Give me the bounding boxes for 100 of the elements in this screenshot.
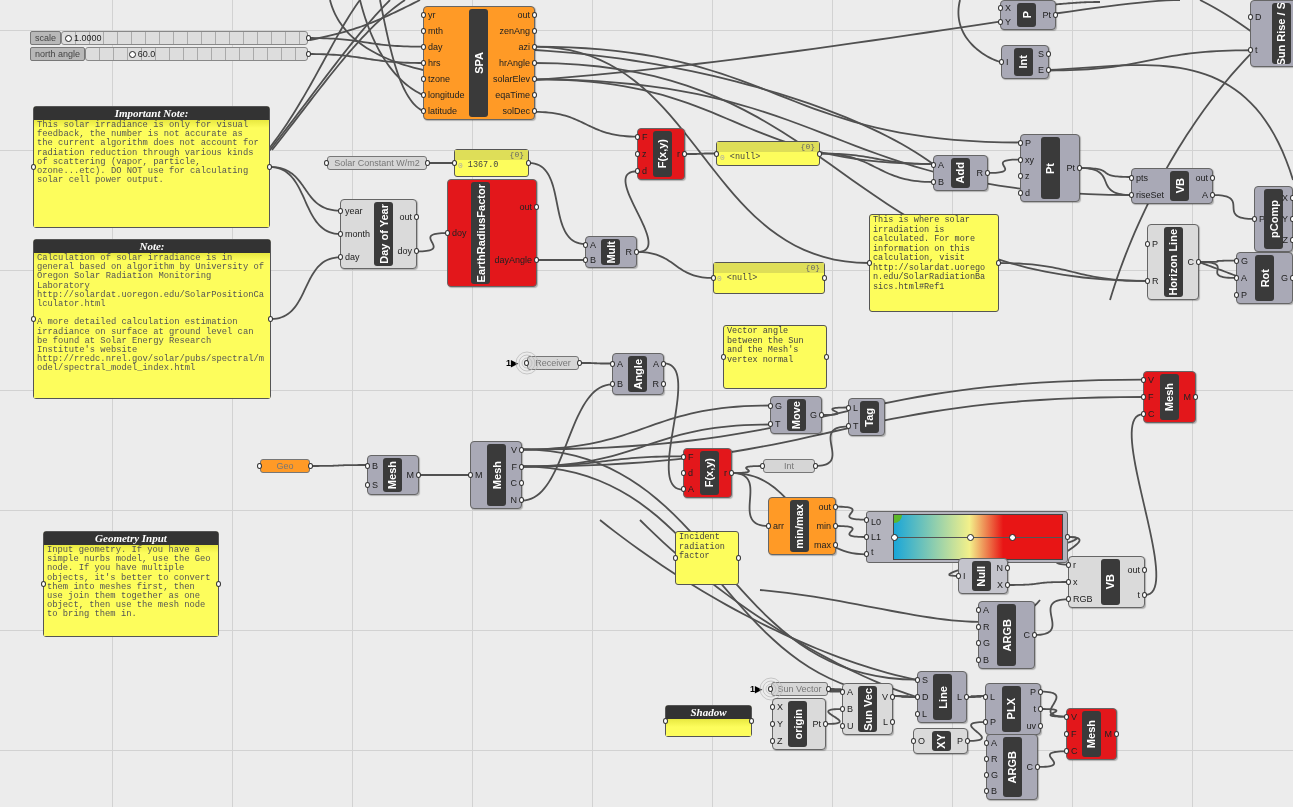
component-name: ARGB bbox=[997, 604, 1017, 666]
output-label: S bbox=[1038, 48, 1044, 61]
output-label: G bbox=[1281, 272, 1288, 285]
input-label: R bbox=[983, 620, 990, 634]
input-label: V bbox=[1071, 711, 1077, 725]
output-label: out bbox=[517, 9, 530, 22]
output-label: r bbox=[724, 467, 727, 480]
input-label: F bbox=[688, 451, 694, 464]
item-index: 0 bbox=[458, 161, 463, 171]
component-name: Null bbox=[971, 561, 991, 591]
input-label: L1 bbox=[871, 531, 881, 544]
input-label: r bbox=[1073, 559, 1076, 573]
component-node[interactable]: P xy z d Pt Pt bbox=[1020, 134, 1080, 202]
input-label: A bbox=[590, 238, 596, 252]
note-title: Shadow bbox=[666, 706, 751, 719]
component-node[interactable]: X Y P Pt bbox=[1000, 0, 1056, 30]
output-label: min bbox=[816, 520, 831, 533]
input-label: V bbox=[1148, 374, 1154, 388]
note-text: Input geometry. If you have a simple nurbs model, use the Geo node. If you have multiple objects, it's better to convert them into meshes first, then use join them together as one object, then use the mesh node to bring them in. bbox=[47, 546, 212, 620]
component-node[interactable]: A R G B ARGB C bbox=[978, 601, 1035, 669]
component-name: Horizon Line bbox=[1163, 227, 1183, 297]
output-label: t bbox=[1137, 588, 1140, 602]
component-name: origin bbox=[788, 701, 808, 747]
input-label: O bbox=[918, 735, 925, 748]
panel-text: 1367.0 bbox=[467, 161, 499, 171]
output-label: C bbox=[1187, 256, 1194, 269]
item-index: 0 bbox=[720, 153, 725, 163]
output-label: C bbox=[1026, 761, 1033, 774]
output-label: A bbox=[653, 358, 659, 371]
component-name: Mesh bbox=[382, 458, 402, 492]
input-label: C bbox=[1071, 744, 1078, 758]
panel-node[interactable]: Vector angle between the Sun and the Mesh's vertex normal bbox=[723, 325, 827, 389]
component-name: pComp bbox=[1264, 189, 1283, 249]
note-card[interactable]: Shadow bbox=[665, 705, 752, 737]
output-label: V bbox=[511, 444, 517, 458]
input-label: longitude bbox=[428, 89, 465, 102]
note-text: This solar irradiance is only for visual feedback, the number is not accurate as the current algorithm does not account for radiation reduction through various kinds of scattering (vapor, particle, ozone...etc). DO NOT use for calculating solar cell power output. bbox=[37, 121, 260, 186]
output-label: M bbox=[406, 469, 414, 482]
component-node[interactable]: G A P Rot G bbox=[1236, 252, 1293, 304]
component-name: Add bbox=[950, 158, 970, 188]
component-node[interactable]: A B Add R bbox=[933, 155, 988, 191]
component-name: F(x,y) bbox=[699, 451, 719, 495]
slider-label: north angle bbox=[30, 47, 86, 61]
input-label: B bbox=[847, 703, 853, 716]
panel-text: <null> bbox=[729, 153, 761, 163]
input-label: S bbox=[922, 674, 928, 688]
output-label: N bbox=[510, 493, 517, 507]
component-name: P bbox=[1017, 3, 1037, 27]
panel-node[interactable]: {0} 0 <null> bbox=[713, 262, 825, 294]
input-label: L bbox=[990, 690, 995, 704]
panel-header: {0} bbox=[455, 150, 528, 160]
component-node[interactable]: O XY P bbox=[913, 728, 968, 754]
input-label: B bbox=[617, 378, 623, 391]
component-node[interactable]: S D L Line L bbox=[917, 671, 967, 723]
output-label: doy bbox=[397, 245, 412, 258]
input-label: L bbox=[853, 402, 858, 415]
output-label: L bbox=[957, 691, 962, 704]
input-label: T bbox=[775, 418, 781, 431]
output-label: out bbox=[1195, 171, 1208, 185]
gradient-node[interactable]: L0 L1 t bbox=[866, 511, 1068, 563]
component-node[interactable]: pts riseSet VB out A bbox=[1131, 168, 1213, 204]
input-label: A bbox=[688, 483, 694, 496]
slider-track[interactable]: 60.0 bbox=[85, 47, 308, 61]
input-label: day bbox=[428, 41, 443, 54]
input-label: riseSet bbox=[1136, 188, 1164, 202]
input-label: latitude bbox=[428, 105, 458, 118]
output-label: r bbox=[677, 148, 680, 161]
input-label: A bbox=[847, 686, 853, 700]
input-label: tzone bbox=[428, 73, 451, 86]
panel-node[interactable]: Incident radiation factor bbox=[675, 531, 739, 585]
output-label: solDec bbox=[502, 105, 530, 118]
component-name: Int bbox=[1013, 48, 1033, 76]
component-name: Tag bbox=[859, 401, 879, 433]
input-label: R bbox=[991, 753, 998, 766]
component-node[interactable]: r x RGB VB out t bbox=[1068, 556, 1145, 608]
input-label: C bbox=[1148, 407, 1155, 421]
input-label: G bbox=[775, 400, 782, 413]
output-label: E bbox=[1038, 64, 1044, 77]
component-name: Move bbox=[786, 399, 806, 431]
output-label: out bbox=[818, 501, 831, 515]
component-name: XY bbox=[931, 731, 951, 751]
panel-node[interactable]: {0} 0 <null> bbox=[716, 141, 820, 166]
component-node[interactable]: L P PLX P t uv bbox=[985, 683, 1041, 735]
panel-node[interactable]: {0} 0 1367.0 bbox=[454, 149, 529, 177]
slider-track[interactable]: 1.0000 bbox=[61, 31, 308, 45]
input-label: A bbox=[983, 604, 989, 618]
input-label: z bbox=[642, 148, 647, 161]
panel-node[interactable]: This is where solar irradiation is calculated. For more information on this calculation, visit http://solardat.uorego n.edu/SolarRadiationBa sics.html#Ref1 bbox=[869, 214, 999, 312]
output-label: P bbox=[1030, 686, 1036, 700]
input-label: X bbox=[777, 701, 783, 715]
output-label: F bbox=[511, 460, 517, 474]
input-label: month bbox=[345, 228, 370, 241]
output-label: M bbox=[1183, 391, 1191, 404]
input-label: day bbox=[345, 250, 360, 264]
output-label: out bbox=[1127, 563, 1140, 577]
output-label: out bbox=[399, 211, 412, 224]
component-node[interactable]: yr mth day hrs tzone longitude latitude SPA out zenAng azi hrAngle solarElev eqaTime solDec bbox=[423, 6, 535, 120]
input-label: A bbox=[938, 158, 944, 172]
component-node[interactable]: I Null N X bbox=[958, 558, 1008, 594]
output-label: uv bbox=[1026, 719, 1036, 733]
